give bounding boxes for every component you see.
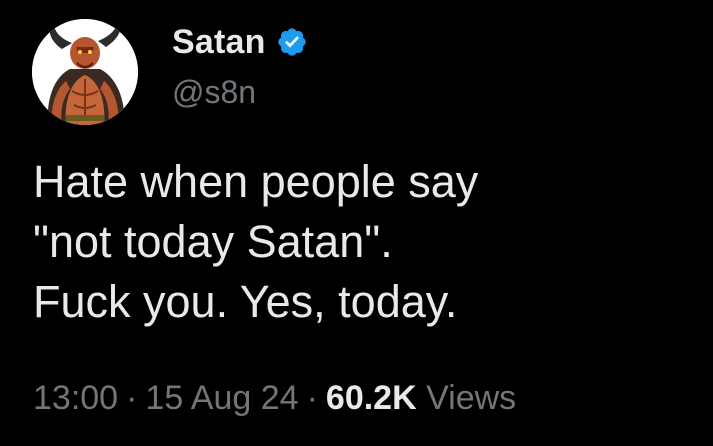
- meta-separator: ·: [126, 379, 138, 417]
- demon-avatar-icon: [32, 19, 138, 125]
- author-handle[interactable]: @s8n: [172, 72, 256, 112]
- tweet-text: Hate when people say "not today Satan". …: [33, 152, 693, 332]
- views-count[interactable]: 60.2K: [326, 379, 417, 417]
- tweet-card: Satan @s8n Hate when people say "not tod…: [0, 0, 713, 446]
- tweet-text-line: Fuck you. Yes, today.: [33, 276, 458, 327]
- views-label[interactable]: Views: [426, 379, 516, 417]
- tweet-time[interactable]: 13:00: [33, 379, 118, 417]
- tweet-meta: 13:00 · 15 Aug 24 · 60.2K Views: [33, 376, 516, 420]
- verified-badge-shape: [277, 28, 306, 56]
- author-display-name[interactable]: Satan: [172, 21, 266, 63]
- author-name-row: Satan: [172, 21, 308, 63]
- meta-separator: ·: [306, 379, 318, 417]
- tweet-date[interactable]: 15 Aug 24: [145, 379, 298, 417]
- tweet-text-line: Hate when people say: [33, 156, 479, 207]
- verified-badge-icon[interactable]: [276, 26, 308, 58]
- author-avatar[interactable]: [32, 19, 138, 125]
- tweet-text-line: "not today Satan".: [33, 216, 393, 267]
